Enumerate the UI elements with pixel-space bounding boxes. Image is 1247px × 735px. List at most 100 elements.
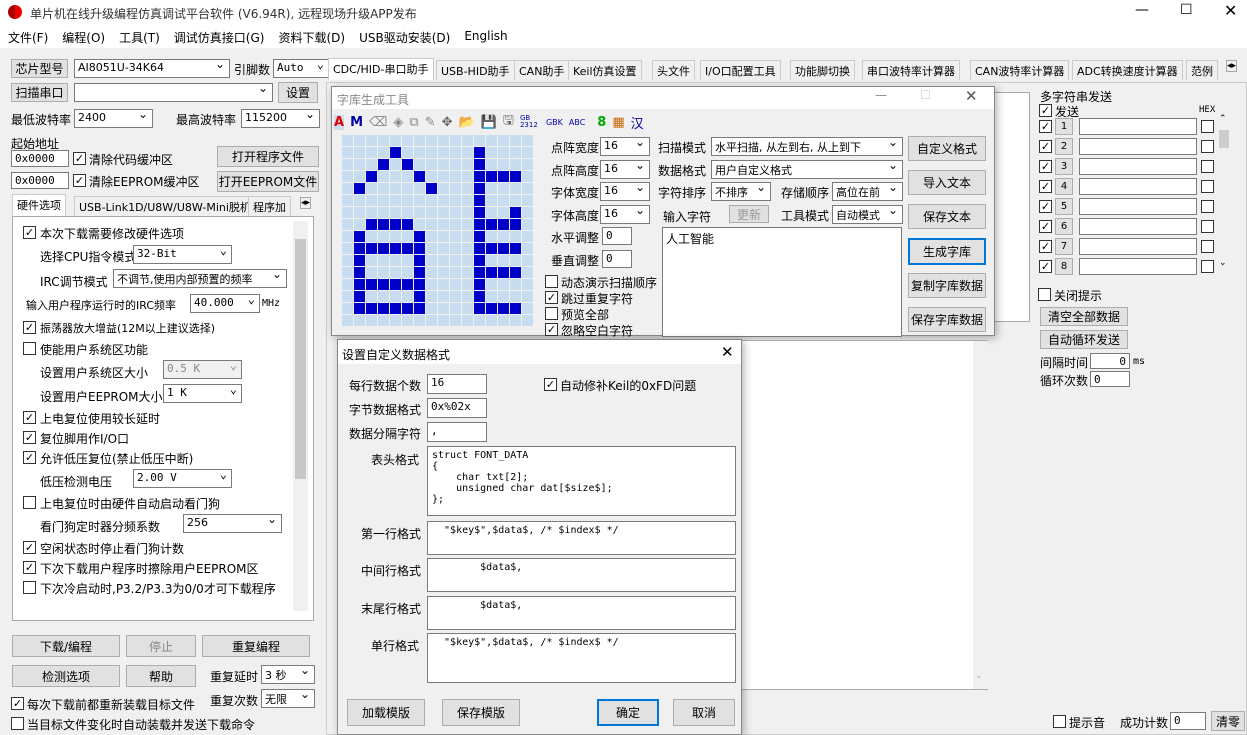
tip-sound-checkbox[interactable] <box>1053 715 1066 728</box>
pixel-cell[interactable] <box>426 159 437 170</box>
pixel-cell[interactable] <box>402 135 413 146</box>
pixel-cell[interactable] <box>426 147 437 158</box>
tab-hardware[interactable]: 硬件选项 <box>12 194 66 216</box>
pencil-icon[interactable]: ✎ <box>425 115 436 130</box>
pixel-cell[interactable] <box>378 291 389 302</box>
send-row-button[interactable]: 2 <box>1055 138 1073 155</box>
pixel-cell[interactable] <box>462 171 473 182</box>
pixel-cell[interactable] <box>390 303 401 314</box>
pixel-cell[interactable] <box>498 315 509 326</box>
menu-english[interactable]: English <box>464 29 507 45</box>
pixel-cell[interactable] <box>522 159 533 170</box>
save-text-button[interactable]: 保存文本 <box>908 204 986 229</box>
tool-mode-select[interactable]: 自动模式 <box>832 205 903 224</box>
output-scrollbar[interactable]: ⌄ <box>973 341 988 689</box>
auto-loop-button[interactable]: 自动循环发送 <box>1040 330 1128 349</box>
pixel-cell[interactable] <box>474 207 485 218</box>
pixel-cell[interactable] <box>390 291 401 302</box>
dot-height-select[interactable]: 16 <box>600 160 650 179</box>
pixel-cell[interactable] <box>522 183 533 194</box>
addr1-input[interactable]: 0x0000 <box>11 150 69 167</box>
pixel-cell[interactable] <box>474 291 485 302</box>
pixel-cell[interactable] <box>354 219 365 230</box>
pixel-cell[interactable] <box>366 231 377 242</box>
pixel-cell[interactable] <box>342 267 353 278</box>
pixel-cell[interactable] <box>462 159 473 170</box>
pixel-cell[interactable] <box>474 147 485 158</box>
pixel-cell[interactable] <box>438 207 449 218</box>
pixel-cell[interactable] <box>522 207 533 218</box>
pixel-cell[interactable] <box>390 231 401 242</box>
tab-program[interactable]: 程序加 <box>248 196 291 216</box>
pixel-cell[interactable] <box>486 291 497 302</box>
tab-io[interactable]: I/O口配置工具 <box>700 60 781 80</box>
pixel-cell[interactable] <box>510 183 521 194</box>
pixel-cell[interactable] <box>402 231 413 242</box>
download-button[interactable]: 下载/编程 <box>12 635 120 657</box>
pixel-cell[interactable] <box>342 279 353 290</box>
pixel-cell[interactable] <box>402 147 413 158</box>
send-row-checkbox[interactable] <box>1039 160 1052 173</box>
pixel-cell[interactable] <box>510 159 521 170</box>
pixel-cell[interactable] <box>474 243 485 254</box>
send-row-input[interactable] <box>1079 238 1197 255</box>
send-row-button[interactable]: 4 <box>1055 178 1073 195</box>
send-row-input[interactable] <box>1079 218 1197 235</box>
tab-canbaud[interactable]: CAN波特率计算器 <box>970 60 1070 80</box>
pixel-cell[interactable] <box>378 195 389 206</box>
pixel-cell[interactable] <box>378 171 389 182</box>
pixel-cell[interactable] <box>522 279 533 290</box>
fill-icon[interactable]: ◈ <box>393 115 403 130</box>
pixel-cell[interactable] <box>486 231 497 242</box>
pixel-cell[interactable] <box>402 315 413 326</box>
generate-font-button[interactable]: 生成字库 <box>908 238 986 265</box>
pixel-cell[interactable] <box>342 207 353 218</box>
char-sort-select[interactable]: 不排序 <box>711 182 771 201</box>
send-row-checkbox[interactable] <box>1039 180 1052 193</box>
pixel-cell[interactable] <box>402 303 413 314</box>
clear-code-checkbox[interactable] <box>73 152 86 165</box>
copy-icon[interactable]: ⧉ <box>409 115 418 130</box>
pixel-cell[interactable] <box>426 195 437 206</box>
pixel-cell[interactable] <box>438 231 449 242</box>
pixel-cell[interactable] <box>414 267 425 278</box>
pixel-cell[interactable] <box>390 279 401 290</box>
pixel-cell[interactable] <box>474 231 485 242</box>
font-blue-m-icon[interactable]: M <box>350 115 363 130</box>
pixel-cell[interactable] <box>378 231 389 242</box>
pixel-cell[interactable] <box>438 195 449 206</box>
pixel-cell[interactable] <box>342 159 353 170</box>
pixel-cell[interactable] <box>522 219 533 230</box>
send-row-checkbox[interactable] <box>1039 240 1052 253</box>
pixel-cell[interactable] <box>402 171 413 182</box>
pixel-cell[interactable] <box>426 255 437 266</box>
pixel-cell[interactable] <box>510 147 521 158</box>
pixel-cell[interactable] <box>426 219 437 230</box>
tab-adc[interactable]: ADC转换速度计算器 <box>1072 60 1183 80</box>
pixel-cell[interactable] <box>342 255 353 266</box>
send-row-button[interactable]: 8 <box>1055 258 1073 275</box>
single-line-textarea[interactable]: "$key$",$data$, /* $index$ */ <box>427 633 736 683</box>
byte-format-input[interactable]: 0x%02x <box>427 398 487 418</box>
input-char-textarea[interactable]: 人工智能 <box>662 227 902 337</box>
send-row-hex-checkbox[interactable] <box>1201 240 1214 253</box>
pixel-cell[interactable] <box>366 243 377 254</box>
pixel-cell[interactable] <box>438 147 449 158</box>
irc-freq-select[interactable]: 40.000 <box>190 294 260 313</box>
pixel-cell[interactable] <box>462 183 473 194</box>
pixel-cell[interactable] <box>390 267 401 278</box>
import-text-button[interactable]: 导入文本 <box>908 170 986 195</box>
osc-gain-checkbox[interactable] <box>23 321 36 334</box>
pixel-cell[interactable] <box>402 291 413 302</box>
update-button[interactable]: 更新 <box>729 205 769 223</box>
pixel-cell[interactable] <box>354 231 365 242</box>
pixel-cell[interactable] <box>426 207 437 218</box>
eraser-icon[interactable]: ⌫ <box>369 115 387 130</box>
pixel-cell[interactable] <box>438 291 449 302</box>
pixel-cell[interactable] <box>414 135 425 146</box>
tab-usbhid[interactable]: USB-HID助手 <box>436 60 515 80</box>
send-row-input[interactable] <box>1079 258 1197 275</box>
pixel-cell[interactable] <box>342 147 353 158</box>
pixel-cell[interactable] <box>414 291 425 302</box>
send-row-hex-checkbox[interactable] <box>1201 220 1214 233</box>
